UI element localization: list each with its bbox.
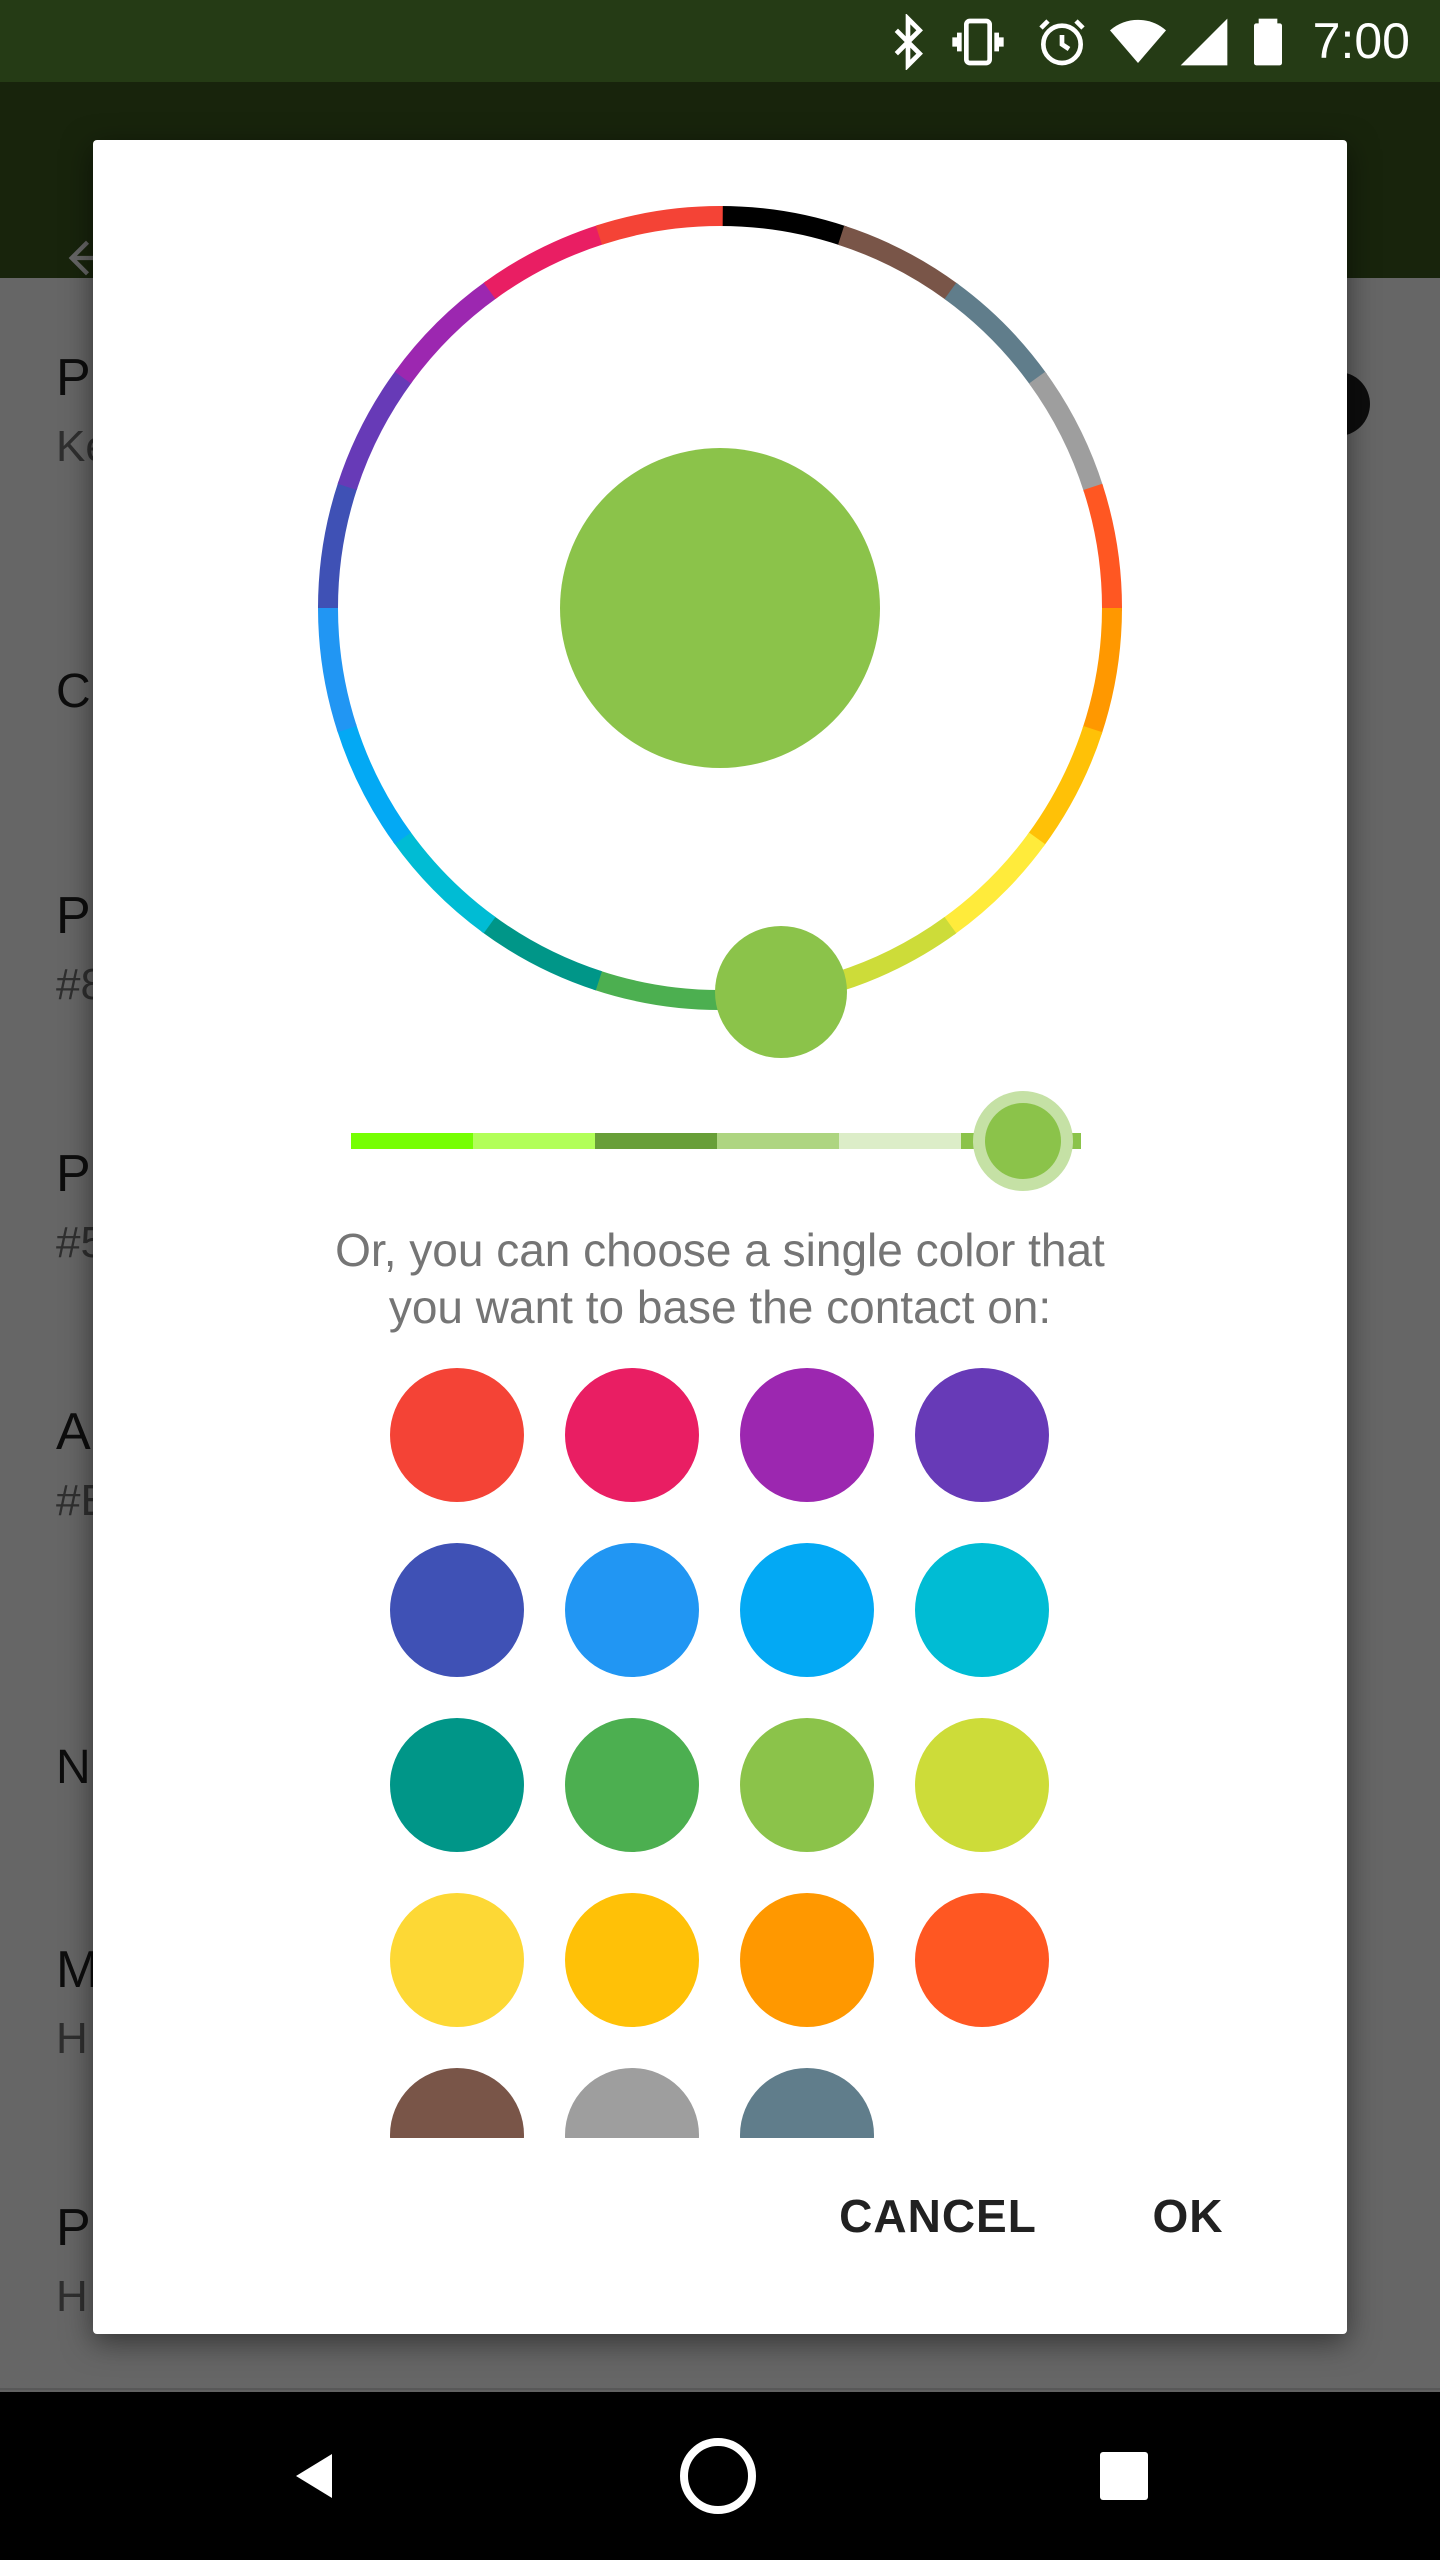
color-swatch[interactable] [565, 1368, 699, 1502]
shade-slider-handle[interactable] [985, 1103, 1061, 1179]
color-swatch[interactable] [390, 2068, 524, 2138]
color-wheel-segment[interactable] [483, 224, 605, 299]
color-swatch[interactable] [915, 1368, 1049, 1502]
alarm-icon [1039, 19, 1085, 66]
color-wheel[interactable] [93, 140, 1347, 1220]
color-wheel-segment[interactable] [318, 481, 358, 609]
color-wheel-segment[interactable] [593, 970, 721, 1010]
color-swatch[interactable] [565, 1893, 699, 2027]
vibrate-icon [952, 18, 1004, 66]
color-wheel-segment[interactable] [337, 369, 413, 491]
color-swatch[interactable] [740, 1718, 874, 1852]
color-wheel-segment[interactable] [944, 282, 1047, 386]
wifi-icon [1110, 19, 1166, 63]
color-swatch-grid [93, 1368, 1347, 2138]
ok-button[interactable]: OK [1133, 2166, 1243, 2266]
color-picker-dialog: Or, you can choose a single color that y… [93, 140, 1347, 2334]
shade-segment[interactable] [839, 1133, 961, 1149]
color-wheel-segment[interactable] [595, 206, 723, 245]
color-wheel-segment[interactable] [835, 917, 957, 992]
color-wheel-segment[interactable] [1027, 725, 1103, 847]
color-wheel-segment[interactable] [719, 206, 847, 246]
color-swatch[interactable] [390, 1718, 524, 1852]
color-swatch[interactable] [740, 1893, 874, 2027]
color-swatch[interactable] [565, 1543, 699, 1677]
screen: P Ke C P #8 P #5 A #E N M H P H [0, 0, 1440, 2560]
color-wheel-segment[interactable] [1029, 371, 1104, 493]
back-icon[interactable] [266, 2426, 366, 2526]
color-wheel-segment[interactable] [393, 830, 496, 934]
battery-icon [1254, 18, 1282, 66]
status-time: 7:00 [1312, 13, 1410, 69]
prompt-line-2: you want to base the contact on: [388, 1281, 1052, 1333]
single-color-prompt: Or, you can choose a single color that y… [153, 1222, 1287, 1336]
color-swatch[interactable] [915, 1718, 1049, 1852]
color-wheel-segment[interactable] [318, 605, 357, 733]
color-swatch[interactable] [565, 2068, 699, 2138]
shade-segment[interactable] [351, 1133, 473, 1149]
color-swatch[interactable] [740, 1368, 874, 1502]
color-wheel-segment[interactable] [336, 723, 411, 845]
color-wheel-segment[interactable] [1082, 607, 1122, 735]
status-bar: 7:00 [0, 0, 1440, 82]
color-wheel-segment[interactable] [837, 225, 959, 301]
color-swatch[interactable] [390, 1893, 524, 2027]
cancel-button[interactable]: CANCEL [833, 2166, 1043, 2266]
color-wheel-handle[interactable] [715, 926, 847, 1058]
cell-signal-icon [1180, 18, 1228, 66]
selected-color-preview [560, 448, 880, 768]
color-swatch[interactable] [390, 1543, 524, 1677]
home-icon[interactable] [668, 2426, 768, 2526]
navigation-bar [0, 2392, 1440, 2560]
color-swatch[interactable] [915, 1893, 1049, 2027]
prompt-line-1: Or, you can choose a single color that [335, 1224, 1105, 1276]
shade-segment[interactable] [717, 1133, 839, 1149]
shade-segment[interactable] [473, 1133, 595, 1149]
recents-icon[interactable] [1074, 2426, 1174, 2526]
color-swatch[interactable] [740, 1543, 874, 1677]
color-swatch[interactable] [390, 1368, 524, 1502]
color-wheel-segment[interactable] [1083, 483, 1122, 611]
shade-segment[interactable] [595, 1133, 717, 1149]
color-wheel-segment[interactable] [481, 915, 603, 991]
bluetooth-icon [894, 14, 923, 70]
color-swatch[interactable] [740, 2068, 874, 2138]
shade-slider[interactable] [351, 1133, 1081, 1149]
color-wheel-segment[interactable] [942, 832, 1046, 935]
color-swatch[interactable] [565, 1718, 699, 1852]
color-wheel-segment[interactable] [394, 281, 498, 384]
color-swatch[interactable] [915, 1543, 1049, 1677]
